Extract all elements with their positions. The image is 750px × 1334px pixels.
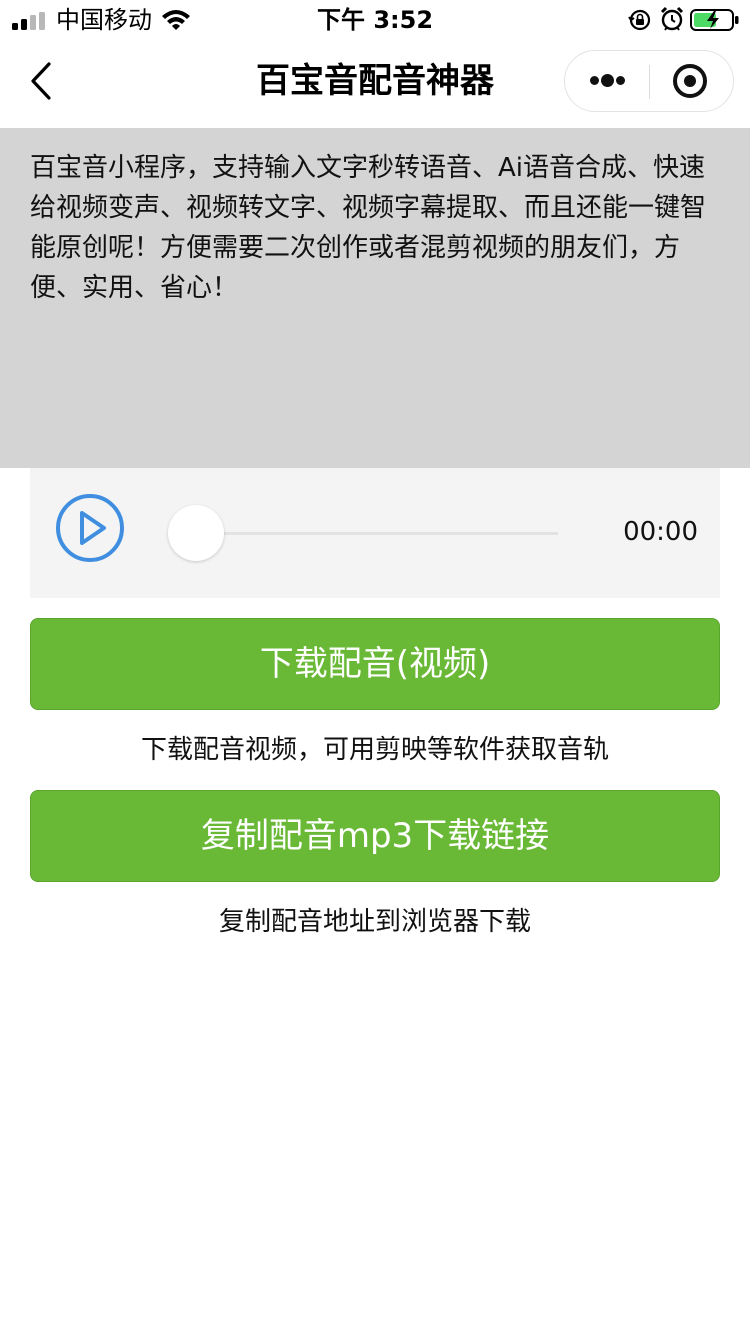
text-input-area[interactable]: 百宝音小程序，支持输入文字秒转语音、Ai语音合成、快速给视频变声、视频转文字、视… [0, 128, 750, 468]
target-dot-icon [684, 75, 696, 87]
progress-slider-thumb[interactable] [168, 505, 224, 561]
progress-track[interactable] [196, 532, 558, 535]
capsule-divider [649, 65, 650, 99]
more-dot-icon [601, 74, 614, 87]
more-dot-icon [590, 76, 599, 85]
nav-bar: 百宝音配音神器 [0, 40, 750, 128]
copy-mp3-link-button[interactable]: 复制配音mp3下载链接 [30, 790, 720, 882]
play-icon [56, 494, 124, 562]
more-button[interactable] [565, 51, 649, 111]
battery-icon [690, 9, 739, 31]
download-hint: 下载配音视频，可用剪映等软件获取音轨 [140, 735, 609, 765]
status-bar: 中国移动 下午 3:52 [0, 0, 750, 40]
audio-current-time: 00:00 [623, 517, 698, 547]
rotation-lock-icon [628, 9, 651, 31]
copy-hint: 复制配音地址到浏览器下载 [218, 907, 531, 937]
play-button[interactable] [54, 492, 126, 564]
mini-program-capsule [564, 50, 734, 112]
close-mini-program-button[interactable] [651, 51, 733, 111]
more-dot-icon [616, 76, 625, 85]
audio-player: 00:00 [30, 468, 720, 598]
alarm-icon [660, 6, 684, 31]
download-video-button[interactable]: 下载配音(视频) [30, 618, 720, 710]
text-content: 百宝音小程序，支持输入文字秒转语音、Ai语音合成、快速给视频变声、视频转文字、视… [30, 153, 707, 303]
